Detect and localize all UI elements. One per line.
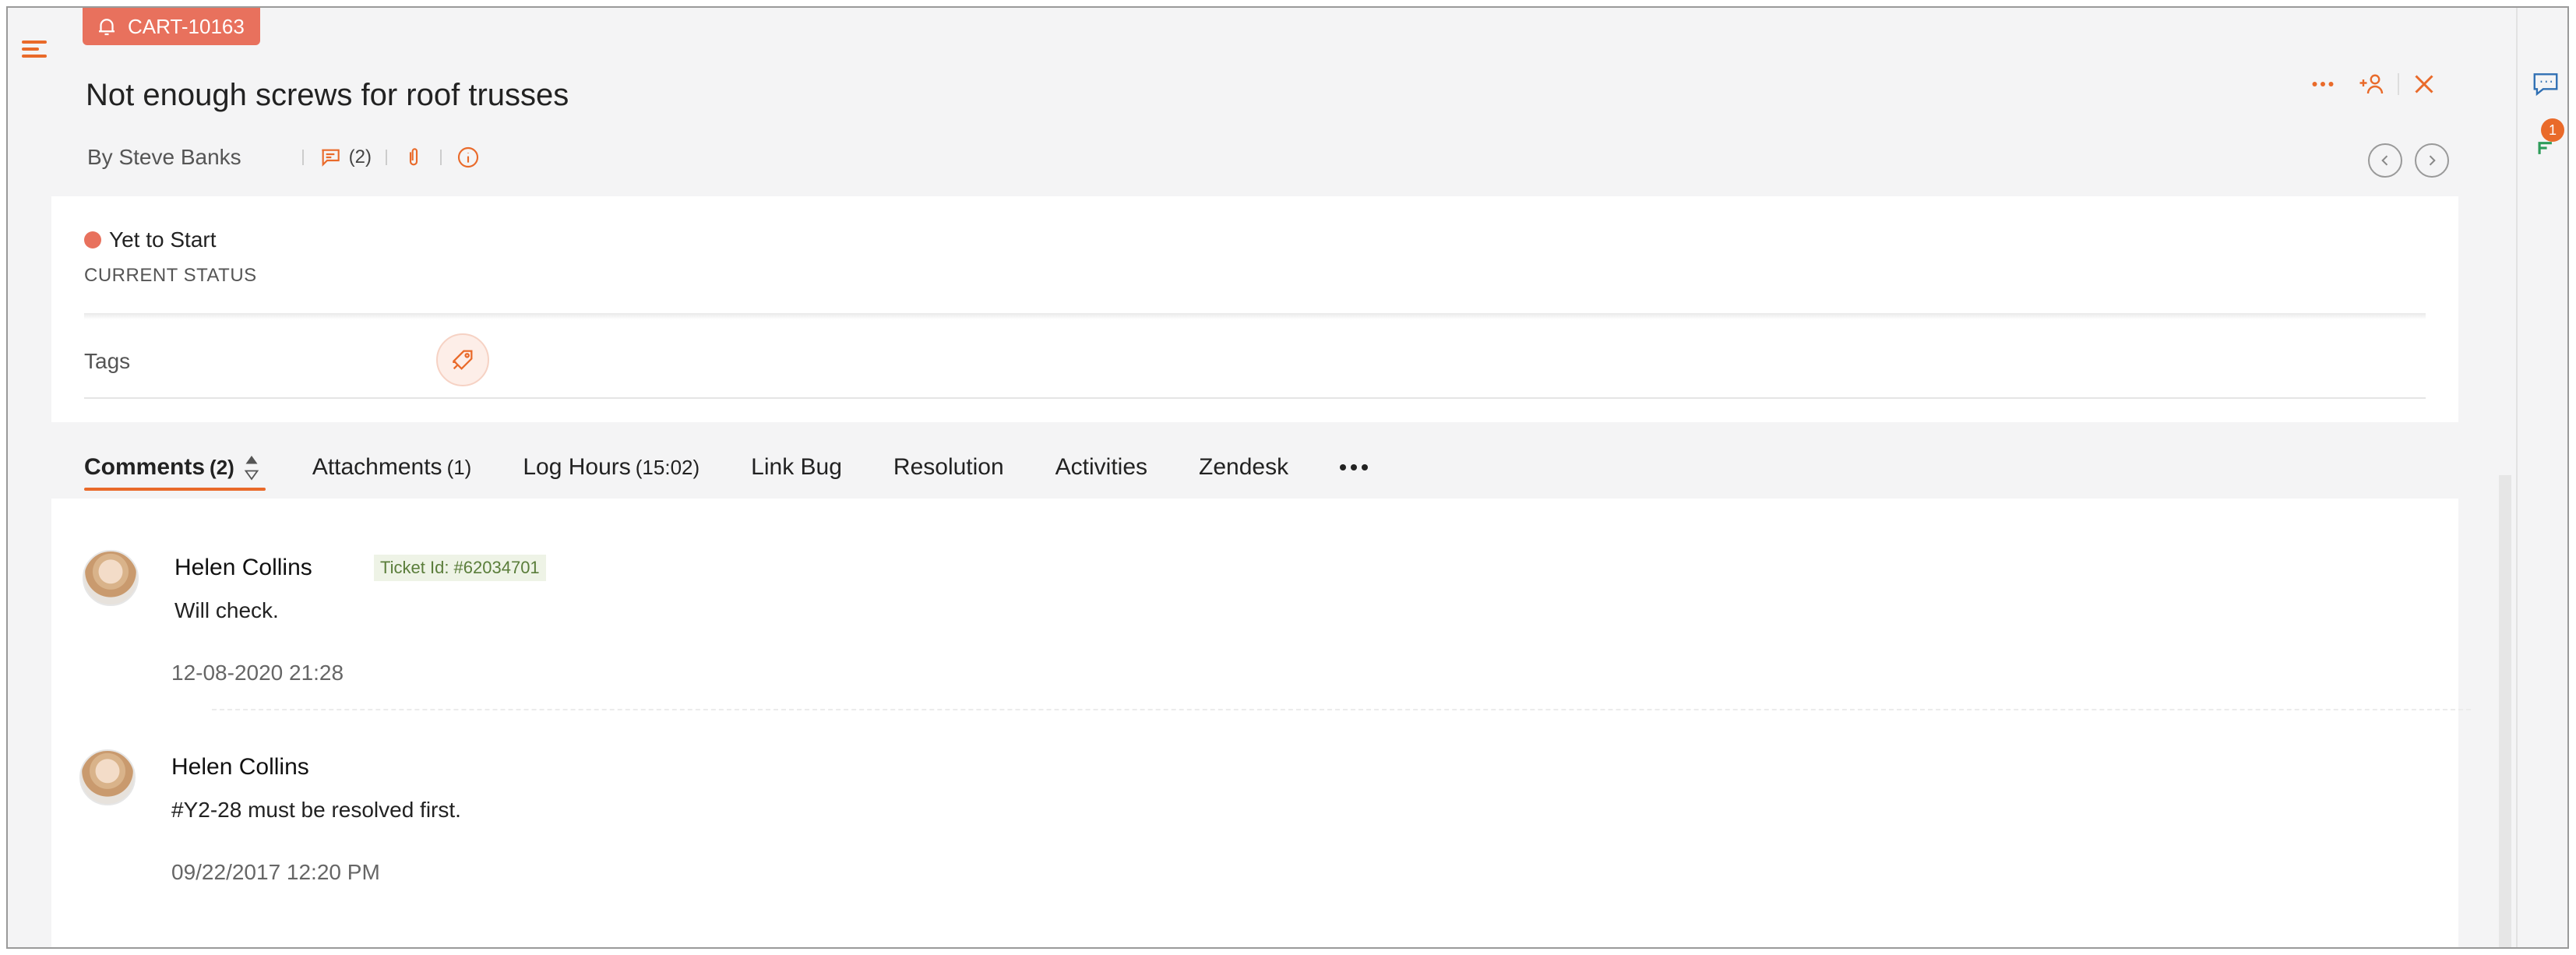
comment-text: #Y2-28 must be resolved first. bbox=[171, 798, 461, 822]
tab-resolution[interactable]: Resolution bbox=[893, 444, 1004, 491]
tab-log-hours[interactable]: Log Hours (15:02) bbox=[523, 444, 700, 491]
page-title: Not enough screws for roof trusses bbox=[86, 78, 569, 112]
tag-icon bbox=[453, 350, 473, 370]
tab-label: Resolution bbox=[893, 454, 1004, 480]
tab-attachments[interactable]: Attachments (1) bbox=[312, 444, 472, 491]
status-card: Yet to Start CURRENT STATUS Tags bbox=[51, 196, 2458, 422]
more-tabs-button[interactable] bbox=[1340, 444, 1369, 491]
avatar bbox=[83, 550, 139, 606]
record-navigation bbox=[2368, 143, 2449, 178]
ticket-meta: By Steve Banks (2) bbox=[87, 145, 481, 170]
menu-icon[interactable] bbox=[19, 36, 50, 62]
divider bbox=[84, 313, 2426, 319]
dot bbox=[1340, 464, 1347, 470]
assign-user-icon bbox=[2359, 74, 2384, 94]
close-icon bbox=[2415, 75, 2433, 93]
tab-zendesk[interactable]: Zendesk bbox=[1199, 444, 1288, 491]
tab-count: (1) bbox=[446, 455, 472, 479]
tab-count: (15:02) bbox=[635, 455, 700, 479]
more-icon bbox=[2312, 82, 2334, 86]
divider bbox=[212, 709, 2471, 710]
divider bbox=[386, 150, 387, 165]
chevron-right-icon bbox=[2429, 155, 2436, 166]
add-tag-button[interactable] bbox=[436, 333, 489, 386]
tab-label: Log Hours bbox=[523, 454, 631, 480]
divider bbox=[84, 397, 2426, 399]
tab-link-bug[interactable]: Link Bug bbox=[751, 444, 842, 491]
assign-user-button[interactable] bbox=[2348, 69, 2398, 100]
next-record-button[interactable] bbox=[2415, 143, 2449, 178]
previous-record-button[interactable] bbox=[2368, 143, 2402, 178]
tab-label: Link Bug bbox=[751, 454, 842, 480]
paperclip-icon[interactable] bbox=[401, 145, 426, 170]
dot bbox=[1351, 464, 1358, 470]
dot bbox=[1362, 464, 1369, 470]
comment-text: Will check. bbox=[174, 598, 279, 622]
detail-tabs: Comments (2) Attachments (1) Log Hours (… bbox=[84, 444, 1369, 491]
status-caption: CURRENT STATUS bbox=[84, 265, 257, 286]
comments-count-button[interactable]: (2) bbox=[318, 145, 372, 170]
divider bbox=[301, 150, 304, 165]
comments-count: (2) bbox=[348, 146, 372, 167]
status-value: Yet to Start bbox=[109, 227, 217, 252]
tags-label: Tags bbox=[84, 349, 131, 373]
divider bbox=[440, 150, 442, 165]
comment-icon bbox=[321, 149, 340, 167]
tab-count: (2) bbox=[210, 455, 234, 479]
tab-label: Zendesk bbox=[1199, 454, 1289, 480]
comment-author: Helen Collins bbox=[174, 555, 312, 580]
tab-label: Comments bbox=[84, 454, 206, 480]
tab-activities[interactable]: Activities bbox=[1055, 444, 1147, 491]
tab-label: Activities bbox=[1055, 454, 1148, 480]
ticket-id-badge: CART-10163 bbox=[83, 8, 260, 45]
ticket-id: CART-10163 bbox=[128, 14, 245, 38]
scrollbar[interactable] bbox=[2499, 475, 2511, 947]
close-button[interactable] bbox=[2399, 69, 2449, 100]
status-selector[interactable]: Yet to Start bbox=[84, 227, 217, 252]
right-rail: 1 bbox=[2516, 8, 2567, 947]
top-actions bbox=[2298, 69, 2449, 100]
tab-label: Attachments bbox=[312, 454, 442, 480]
comment-timestamp: 12-08-2020 21:28 bbox=[171, 661, 344, 685]
status-dot bbox=[84, 231, 101, 248]
comment-author: Helen Collins bbox=[171, 754, 309, 780]
app-frame: CART-10163 Not enough screws for roof tr… bbox=[6, 6, 2569, 949]
chat-button[interactable] bbox=[2528, 67, 2563, 101]
comment-timestamp: 09/22/2017 12:20 PM bbox=[171, 860, 380, 884]
notification-badge: 1 bbox=[2541, 118, 2564, 142]
ticket-id-tag[interactable]: Ticket Id: #62034701 bbox=[374, 555, 546, 581]
sort-icon[interactable] bbox=[242, 453, 261, 481]
avatar bbox=[79, 749, 136, 805]
author: By Steve Banks bbox=[87, 145, 241, 169]
info-icon[interactable] bbox=[456, 145, 481, 170]
bell-icon bbox=[99, 19, 115, 36]
more-button[interactable] bbox=[2298, 69, 2348, 100]
comments-panel: Helen Collins Ticket Id: #62034701 Will … bbox=[51, 499, 2471, 947]
chevron-left-icon bbox=[2381, 155, 2388, 166]
tab-comments[interactable]: Comments (2) bbox=[84, 444, 266, 491]
chat-icon bbox=[2533, 73, 2558, 97]
